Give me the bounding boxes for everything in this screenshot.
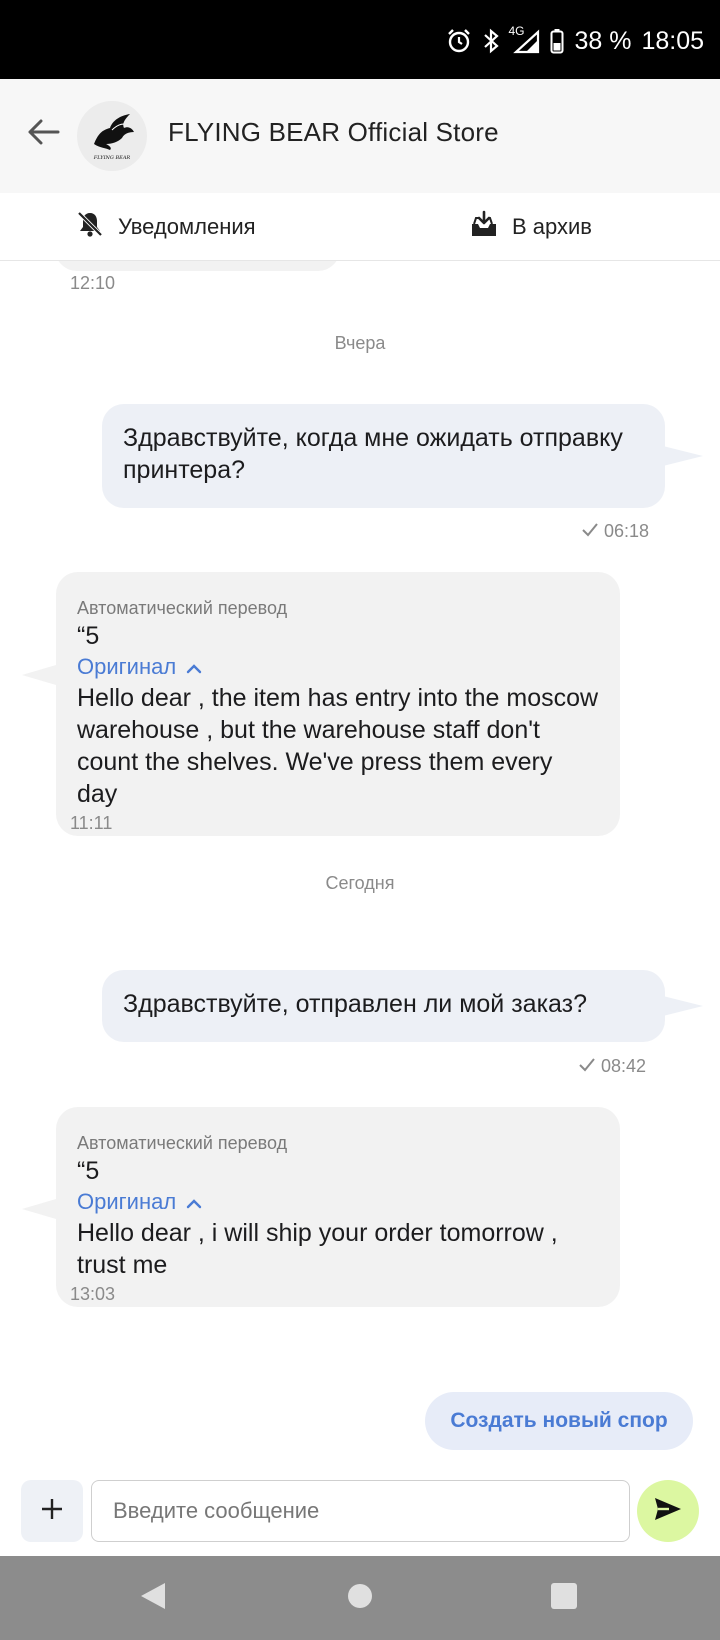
send-button[interactable] xyxy=(637,1480,699,1542)
message-status: 06:18 xyxy=(582,521,649,542)
chat-messages[interactable]: 12:10 Вчера Здравствуйте, когда мне ожид… xyxy=(0,261,720,1480)
outgoing-message[interactable]: Здравствуйте, когда мне ожидать отправку… xyxy=(102,404,665,508)
logo-caption: FLYING BEAR xyxy=(93,155,131,161)
battery-percent: 38 % xyxy=(574,26,632,55)
translated-text: “5 xyxy=(77,1157,100,1185)
outgoing-message-text: Здравствуйте, отправлен ли мой заказ? xyxy=(123,990,588,1018)
message-status: 08:42 xyxy=(579,1056,646,1077)
bell-off-icon xyxy=(76,210,104,244)
bubble-tail xyxy=(663,996,703,1016)
signal-icon: 4G xyxy=(508,24,540,54)
battery-icon xyxy=(550,28,564,54)
previous-message-bubble xyxy=(55,261,340,271)
auto-translation-label: Автоматический перевод xyxy=(77,598,288,618)
send-icon xyxy=(653,1495,683,1528)
message-time: 08:42 xyxy=(601,1056,647,1076)
chevron-up-icon xyxy=(186,652,202,682)
original-label: Оригинал xyxy=(77,654,177,679)
nav-back-icon xyxy=(139,1581,167,1616)
chat-actions: Уведомления В архив xyxy=(0,193,720,261)
store-name[interactable]: FLYING BEAR Official Store xyxy=(168,117,499,148)
message-composer xyxy=(0,1480,720,1556)
plus-icon xyxy=(40,1497,64,1526)
system-nav-bar xyxy=(0,1556,720,1640)
notifications-button[interactable]: Уведомления xyxy=(76,193,256,261)
store-avatar[interactable]: FLYING BEAR xyxy=(77,101,147,171)
date-separator: Вчера xyxy=(334,333,386,353)
bubble-tail xyxy=(663,446,703,466)
original-toggle[interactable]: Оригинал xyxy=(77,652,599,682)
message-time: 13:03 xyxy=(70,1284,116,1304)
date-separator: Сегодня xyxy=(325,873,395,893)
bubble-tail xyxy=(22,1199,56,1219)
archive-label: В архив xyxy=(512,214,592,239)
back-arrow-icon xyxy=(26,118,60,151)
nav-recents-button[interactable] xyxy=(542,1576,586,1620)
outgoing-message[interactable]: Здравствуйте, отправлен ли мой заказ? xyxy=(102,970,665,1042)
network-type: 4G xyxy=(508,24,525,38)
archive-button[interactable]: В архив xyxy=(470,193,592,261)
bluetooth-icon xyxy=(482,28,500,54)
attach-button[interactable] xyxy=(21,1480,83,1542)
incoming-message[interactable]: Автоматический перевод “5 Оригинал Hello… xyxy=(56,572,620,836)
status-bar: 4G 38 % 18:05 xyxy=(0,0,720,79)
back-button[interactable] xyxy=(18,109,68,159)
message-time: 12:10 xyxy=(70,273,116,293)
original-message-text: Hello dear , i will ship your order tomo… xyxy=(77,1219,558,1279)
nav-recents-icon xyxy=(550,1582,578,1615)
nav-home-button[interactable] xyxy=(338,1576,382,1620)
translated-text: “5 xyxy=(77,622,100,650)
chevron-up-icon xyxy=(186,1187,202,1217)
alarm-icon xyxy=(446,28,472,54)
status-icons: 4G 38 % 18:05 xyxy=(446,24,704,58)
nav-back-button[interactable] xyxy=(131,1576,175,1620)
original-label: Оригинал xyxy=(77,1189,177,1214)
auto-translation-label: Автоматический перевод xyxy=(77,1133,288,1153)
flying-bear-logo-icon: FLYING BEAR xyxy=(93,114,134,161)
message-time: 11:11 xyxy=(70,813,113,833)
message-input[interactable] xyxy=(91,1480,630,1542)
nav-home-icon xyxy=(346,1582,374,1615)
incoming-message[interactable]: Автоматический перевод “5 Оригинал Hello… xyxy=(56,1107,620,1307)
notifications-label: Уведомления xyxy=(118,214,256,239)
check-icon xyxy=(579,1056,595,1077)
create-dispute-button[interactable]: Создать новый спор xyxy=(425,1392,693,1450)
outgoing-message-text: Здравствуйте, когда мне ожидать отправку… xyxy=(123,424,623,484)
original-toggle[interactable]: Оригинал xyxy=(77,1187,599,1217)
original-message-text: Hello dear , the item has entry into the… xyxy=(77,684,599,808)
clock: 18:05 xyxy=(641,26,704,55)
chat-header: FLYING BEAR FLYING BEAR Official Store xyxy=(0,79,720,193)
bubble-tail xyxy=(22,665,56,685)
archive-icon xyxy=(470,210,498,244)
message-time: 06:18 xyxy=(604,521,650,541)
check-icon xyxy=(582,521,598,542)
